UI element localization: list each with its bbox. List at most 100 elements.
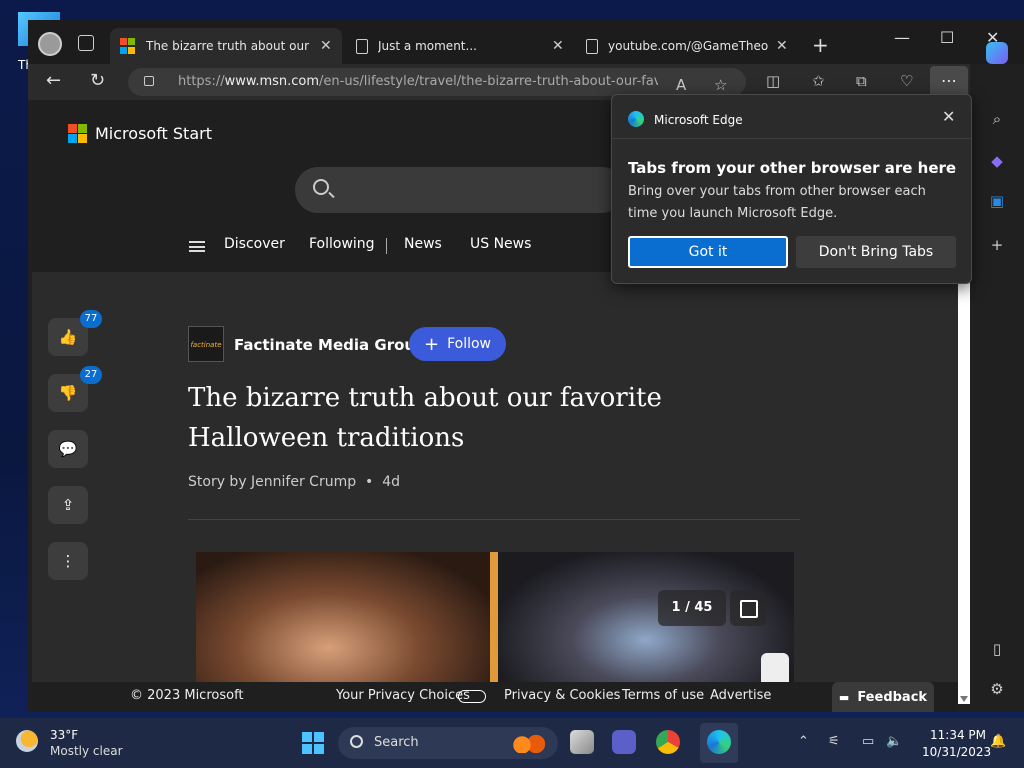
taskbar-search[interactable]: Search (338, 727, 558, 759)
plus-icon: + (423, 333, 440, 355)
advertise-link[interactable]: Advertise (710, 688, 771, 703)
dislike-count-badge: 27 (80, 366, 102, 384)
article-byline: Story by Jennifer Crump • 4d (188, 474, 400, 490)
publisher-logo-icon[interactable]: factinate (188, 326, 224, 362)
tab-msn-article[interactable]: The bizarre truth about our fav ✕ (110, 28, 342, 64)
refresh-icon[interactable]: ↻ (90, 70, 105, 91)
profile-avatar-icon[interactable] (38, 32, 62, 56)
nav-divider (386, 238, 387, 254)
pumpkin-icon (508, 733, 548, 753)
privacy-choices-link[interactable]: Your Privacy Choices (336, 688, 470, 703)
read-aloud-icon[interactable]: A (676, 76, 686, 94)
task-view-icon[interactable] (570, 730, 594, 754)
scroll-down-icon[interactable] (960, 696, 968, 702)
copilot-icon[interactable] (986, 42, 1008, 64)
favorites-icon[interactable]: ✩ (812, 72, 825, 90)
terms-link[interactable]: Terms of use (622, 688, 704, 703)
nav-news[interactable]: News (404, 236, 442, 252)
sidebar-settings-gear-icon[interactable]: ⚙ (986, 678, 1008, 700)
tab-title: The bizarre truth about our fav (146, 39, 312, 53)
import-tabs-popup: Microsoft Edge ✕ Tabs from your other br… (611, 94, 972, 284)
tab-actions-icon[interactable] (78, 35, 94, 51)
lock-icon[interactable] (144, 76, 154, 86)
taskbar: 33°F Mostly clear Search ⌃ ⚟ ▭ 🔈 11:34 P… (0, 718, 1024, 768)
more-options-button[interactable]: ⋮ (48, 542, 88, 580)
address-bar[interactable]: https://www.msn.com/en-us/lifestyle/trav… (128, 68, 746, 96)
page-icon (586, 38, 598, 54)
close-icon[interactable]: ✕ (942, 107, 955, 126)
outlook-icon[interactable]: ▣ (986, 190, 1008, 212)
microsoft-logo-icon (68, 124, 87, 143)
browser-essentials-icon[interactable]: ♡ (900, 72, 913, 90)
collections-icon[interactable]: ⧉ (856, 72, 867, 90)
network-icon[interactable]: ⚟ (828, 734, 840, 749)
tab-title: youtube.com/@GameTheory/v (608, 39, 768, 53)
teams-chat-icon[interactable] (612, 730, 636, 754)
divider (188, 519, 800, 520)
publisher-name[interactable]: Factinate Media Group (234, 336, 426, 354)
nav-discover[interactable]: Discover (224, 236, 285, 252)
feedback-button[interactable]: ▬ Feedback (832, 682, 934, 712)
edge-sidebar: ⌕ ◆ ▣ + ▯ ⚙ (970, 42, 1024, 712)
search-icon[interactable]: ⌕ (986, 108, 1008, 130)
clock-date[interactable]: 10/31/2023 (922, 745, 991, 759)
share-button[interactable]: ⇪ (48, 486, 88, 524)
popup-brand: Microsoft Edge (654, 113, 743, 127)
new-tab-icon[interactable]: + (812, 33, 829, 57)
article-age: 4d (382, 474, 400, 490)
popup-body: Bring over your tabs from other browser … (628, 184, 926, 221)
privacy-cookies-link[interactable]: Privacy & Cookies (504, 688, 620, 703)
tab-just-a-moment[interactable]: Just a moment... ✕ (346, 28, 576, 64)
chrome-icon[interactable] (656, 730, 680, 754)
display-icon[interactable]: ▭ (862, 734, 874, 749)
shopping-icon[interactable]: ◆ (986, 150, 1008, 172)
maximize-icon[interactable]: ☐ (940, 28, 954, 47)
privacy-toggle-icon[interactable] (458, 690, 486, 703)
comment-button[interactable]: 💬 (48, 430, 88, 468)
close-tab-icon[interactable]: ✕ (776, 38, 788, 54)
menu-hamburger-icon[interactable] (189, 241, 205, 252)
author: Story by Jennifer Crump (188, 474, 357, 490)
fullscreen-icon[interactable] (730, 590, 766, 626)
feedback-label: Feedback (857, 689, 928, 705)
page-icon (356, 38, 368, 54)
article-headline: The bizarre truth about our favorite Hal… (188, 383, 662, 453)
site-search-input[interactable] (295, 167, 625, 213)
tab-youtube[interactable]: youtube.com/@GameTheory/v ✕ (576, 28, 800, 64)
clock-time[interactable]: 11:34 PM (930, 728, 986, 742)
popup-header: Microsoft Edge ✕ (612, 95, 971, 139)
minimize-icon[interactable]: — (894, 28, 910, 47)
follow-button[interactable]: + Follow (409, 327, 506, 361)
microsoft-logo-icon (120, 38, 136, 54)
follow-label: Follow (447, 336, 491, 352)
weather-temperature[interactable]: 33°F (50, 728, 78, 742)
nav-us-news[interactable]: US News (470, 236, 531, 252)
weather-condition[interactable]: Mostly clear (50, 744, 123, 758)
chevron-up-icon[interactable]: ⌃ (798, 734, 809, 749)
gallery-counter: 1 / 45 (658, 590, 726, 626)
back-arrow-icon[interactable]: ← (46, 70, 61, 91)
split-screen-icon[interactable]: ◫ (766, 72, 780, 90)
search-icon (313, 179, 329, 195)
close-tab-icon[interactable]: ✕ (320, 38, 332, 54)
tab-bar: The bizarre truth about our fav ✕ Just a… (28, 20, 1024, 64)
notification-bell-icon[interactable]: 🔔 (990, 734, 1006, 749)
taskbar-search-label: Search (374, 735, 419, 750)
hide-sidebar-icon[interactable]: ▯ (986, 638, 1008, 660)
dont-bring-tabs-button[interactable]: Don't Bring Tabs (796, 236, 956, 268)
got-it-button[interactable]: Got it (628, 236, 788, 268)
weather-moon-icon[interactable] (16, 730, 38, 752)
edge-taskbar-icon[interactable] (707, 730, 731, 754)
add-sidebar-app-icon[interactable]: + (986, 234, 1008, 256)
nav-following[interactable]: Following (309, 236, 375, 252)
favorite-star-icon[interactable]: ☆ (714, 76, 727, 94)
brand-name: Microsoft Start (95, 124, 212, 143)
popup-title: Tabs from your other browser are here (628, 159, 957, 177)
close-tab-icon[interactable]: ✕ (552, 38, 564, 54)
site-brand[interactable]: Microsoft Start (68, 124, 212, 143)
search-icon (350, 735, 363, 748)
volume-icon[interactable]: 🔈 (886, 734, 902, 749)
start-windows-icon[interactable] (302, 732, 324, 754)
edge-logo-icon (628, 111, 644, 127)
url-text[interactable]: https://www.msn.com/en-us/lifestyle/trav… (178, 74, 658, 89)
